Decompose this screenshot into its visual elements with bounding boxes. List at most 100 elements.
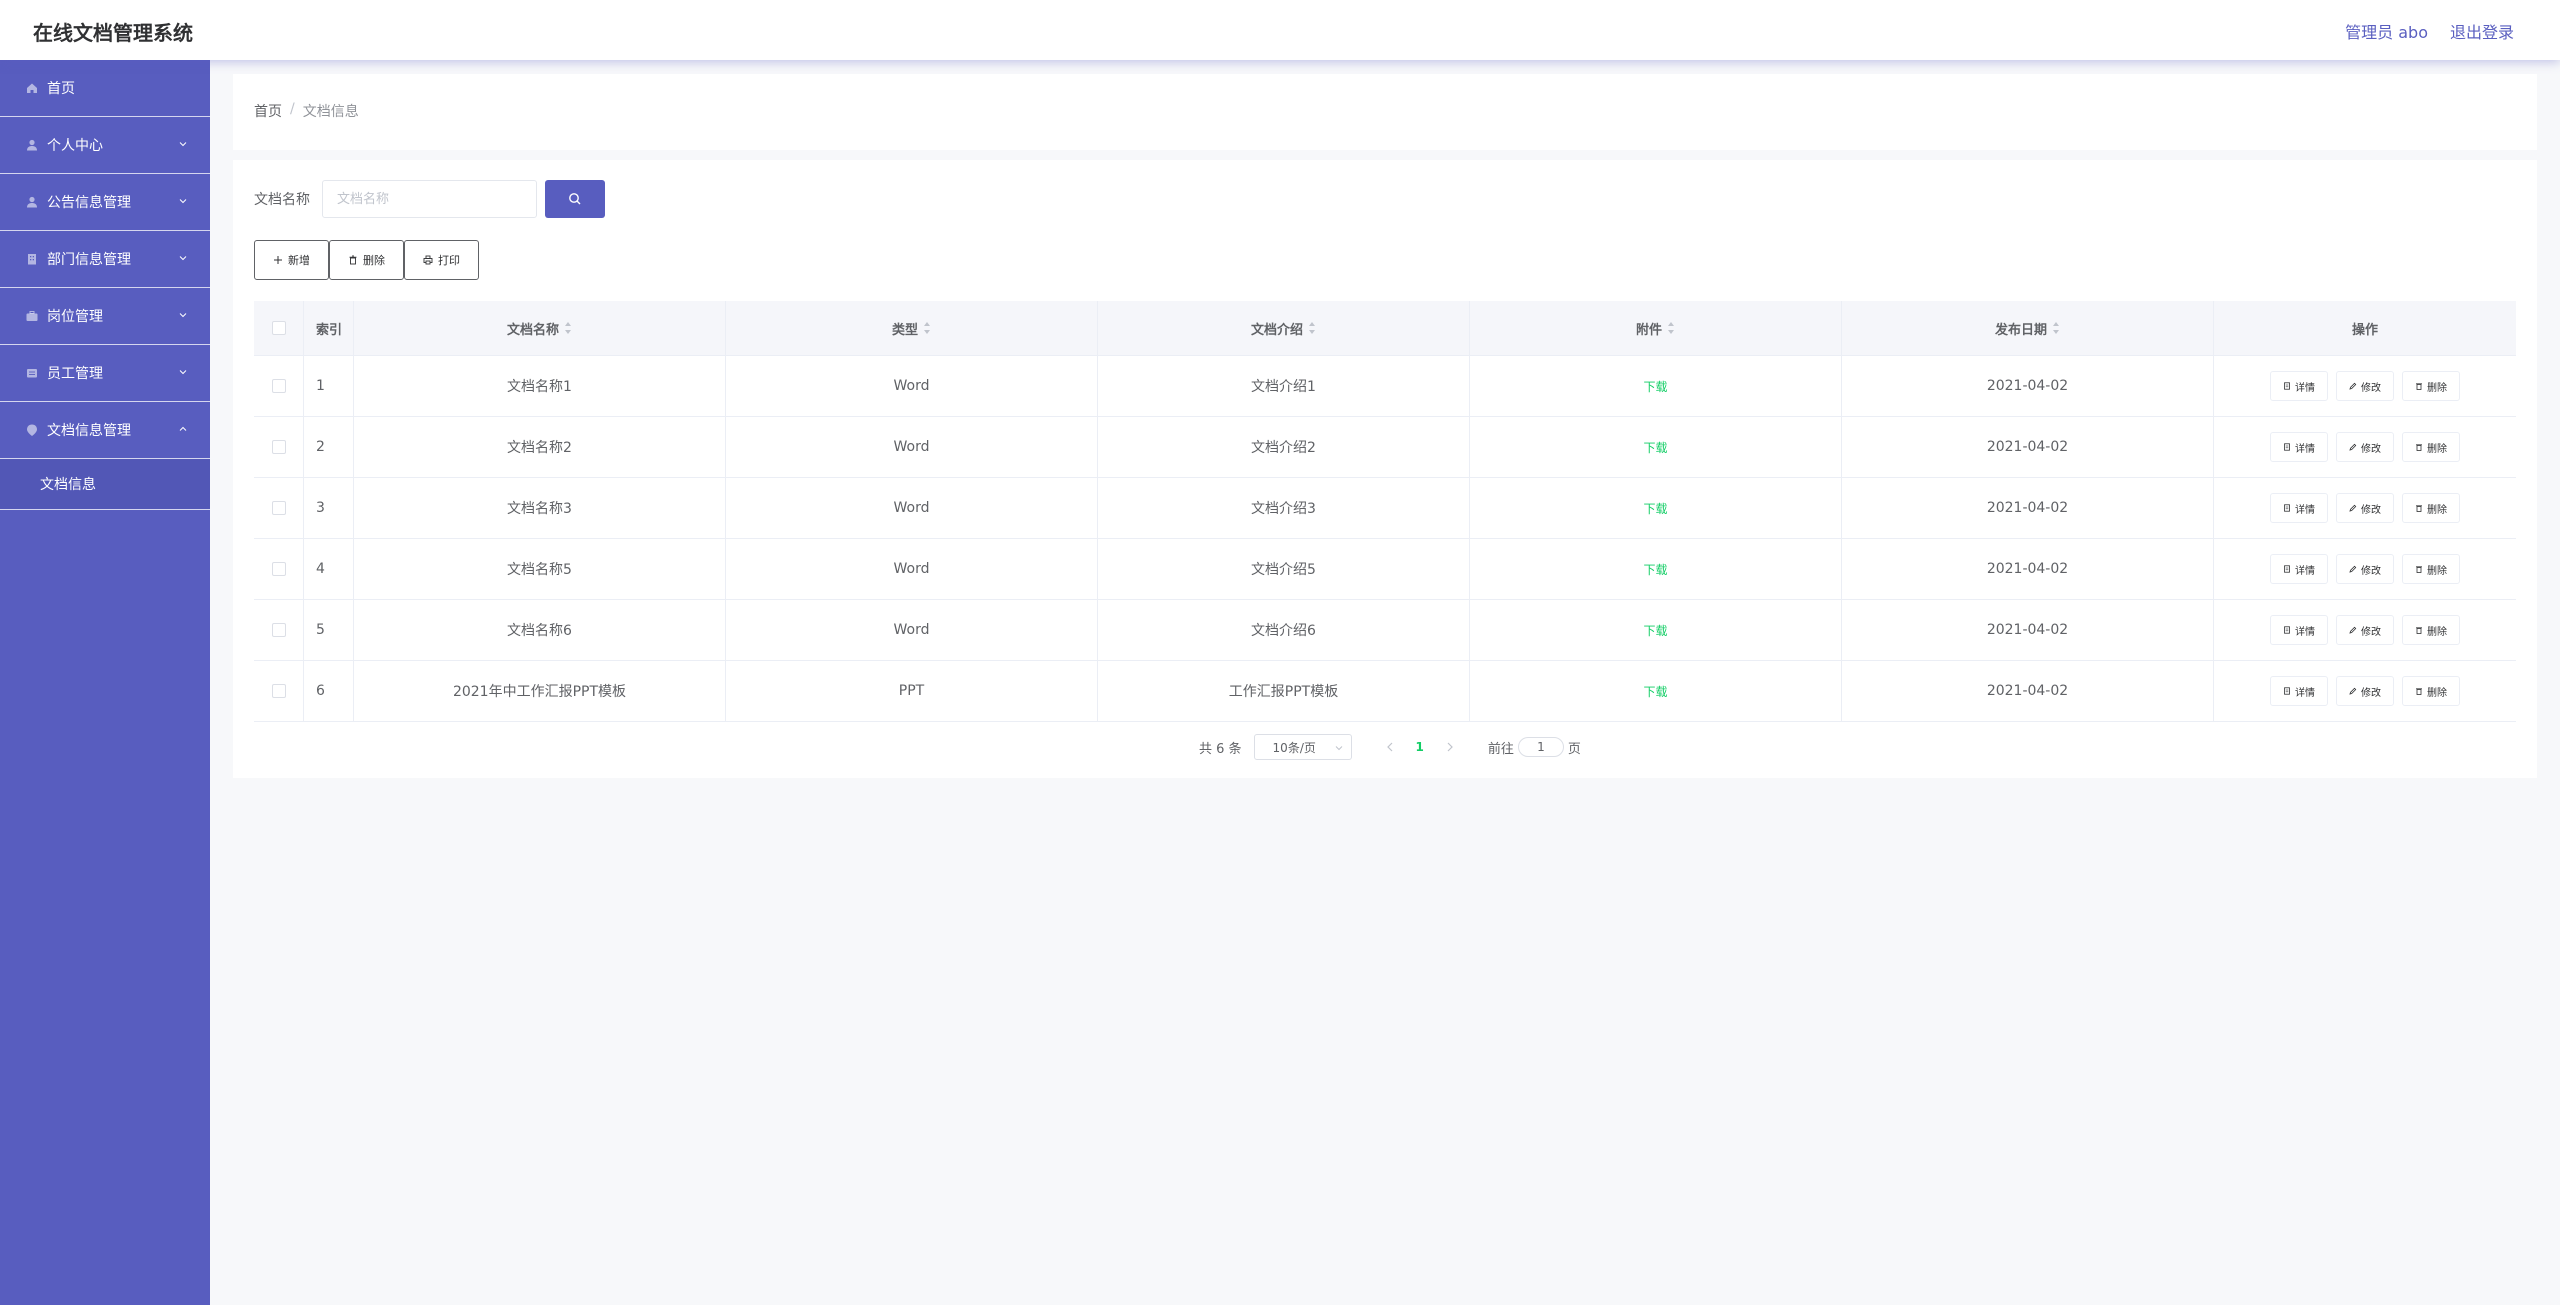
row-detail-button[interactable]: 详情 bbox=[2270, 554, 2328, 584]
sort-caret-icon[interactable] bbox=[2053, 322, 2060, 334]
sort-caret-icon[interactable] bbox=[1668, 322, 1675, 334]
edit-icon bbox=[2349, 565, 2357, 573]
cell-attachment: 下载 bbox=[1470, 661, 1842, 721]
row-edit-button[interactable]: 修改 bbox=[2336, 554, 2394, 584]
row-detail-button[interactable]: 详情 bbox=[2270, 493, 2328, 523]
sidebar-item-label: 员工管理 bbox=[47, 366, 103, 382]
sidebar-item-1[interactable]: 个人中心 bbox=[0, 117, 210, 174]
sidebar-item-4[interactable]: 岗位管理 bbox=[0, 288, 210, 345]
document-icon bbox=[2284, 687, 2290, 695]
page-size-select[interactable]: 10条/页 bbox=[1253, 734, 1352, 760]
logout-link[interactable]: 退出登录 bbox=[2450, 19, 2514, 43]
header-intro-label: 文档介绍 bbox=[1250, 322, 1303, 338]
cell-intro-text: 文档介绍2 bbox=[1251, 440, 1316, 456]
delete-button[interactable]: 删除 bbox=[329, 240, 404, 280]
cell-name: 文档名称3 bbox=[354, 478, 726, 538]
row-delete-button[interactable]: 删除 bbox=[2402, 554, 2460, 584]
chevron-right-icon bbox=[1447, 742, 1453, 752]
download-link[interactable]: 下载 bbox=[1643, 622, 1667, 639]
select-all-checkbox[interactable] bbox=[271, 321, 286, 335]
download-link[interactable]: 下载 bbox=[1643, 500, 1667, 517]
pagination: 共 6 条 10条/页 1 前往 页 bbox=[1199, 734, 1581, 760]
row-checkbox[interactable] bbox=[271, 501, 286, 515]
row-delete-button[interactable]: 删除 bbox=[2402, 676, 2460, 706]
row-checkbox-cell bbox=[254, 478, 304, 538]
sort-caret-icon[interactable] bbox=[1309, 322, 1316, 334]
download-link[interactable]: 下载 bbox=[1643, 439, 1667, 456]
download-link[interactable]: 下载 bbox=[1643, 561, 1667, 578]
table-row: 6 2021年中工作汇报PPT模板 PPT 工作汇报PPT模板 下载 2021-04-02… bbox=[254, 661, 2516, 722]
print-button[interactable]: 打印 bbox=[404, 240, 479, 280]
page-number-current[interactable]: 1 bbox=[1416, 740, 1424, 754]
cell-index: 2 bbox=[304, 417, 354, 477]
sidebar-item-3[interactable]: 部门信息管理 bbox=[0, 231, 210, 288]
table-row: 5 文档名称6 Word 文档介绍6 下载 2021-04-02 详情 修改 删除 bbox=[254, 600, 2516, 661]
row-checkbox[interactable] bbox=[271, 562, 286, 576]
sidebar-item-6[interactable]: 文档信息管理 bbox=[0, 402, 210, 459]
header-type[interactable]: 类型 bbox=[726, 301, 1098, 355]
cell-name: 文档名称1 bbox=[354, 356, 726, 416]
row-checkbox[interactable] bbox=[271, 379, 286, 393]
sort-caret-icon[interactable] bbox=[924, 322, 931, 334]
cell-index-text: 6 bbox=[316, 683, 325, 699]
breadcrumb-home[interactable]: 首页 bbox=[254, 101, 282, 121]
row-checkbox[interactable] bbox=[271, 623, 286, 637]
sidebar-item-0[interactable]: 首页 bbox=[0, 60, 210, 117]
goto-page-input[interactable] bbox=[1517, 737, 1564, 757]
header-index: 索引 bbox=[304, 301, 354, 355]
row-edit-button[interactable]: 修改 bbox=[2336, 676, 2394, 706]
row-checkbox-cell bbox=[254, 661, 304, 721]
row-detail-button[interactable]: 详情 bbox=[2270, 615, 2328, 645]
cell-date-text: 2021-04-02 bbox=[1986, 378, 2069, 394]
user-icon bbox=[25, 138, 39, 152]
download-link[interactable]: 下载 bbox=[1643, 683, 1667, 700]
cell-attachment: 下载 bbox=[1470, 417, 1842, 477]
add-button[interactable]: 新增 bbox=[254, 240, 329, 280]
row-edit-button[interactable]: 修改 bbox=[2336, 371, 2394, 401]
row-edit-label: 修改 bbox=[2361, 504, 2381, 516]
user-icon bbox=[25, 195, 39, 209]
row-delete-button[interactable]: 删除 bbox=[2402, 493, 2460, 523]
chevron-down-icon bbox=[179, 142, 187, 147]
sort-caret-icon[interactable] bbox=[565, 322, 572, 334]
cell-attachment: 下载 bbox=[1470, 356, 1842, 416]
header-date[interactable]: 发布日期 bbox=[1842, 301, 2214, 355]
search-input[interactable] bbox=[322, 180, 537, 218]
cell-ops: 详情 修改 删除 bbox=[2214, 478, 2516, 538]
prev-page-button[interactable] bbox=[1384, 741, 1396, 753]
sidebar-item-2[interactable]: 公告信息管理 bbox=[0, 174, 210, 231]
header-attachment[interactable]: 附件 bbox=[1470, 301, 1842, 355]
row-edit-button[interactable]: 修改 bbox=[2336, 493, 2394, 523]
row-edit-button[interactable]: 修改 bbox=[2336, 432, 2394, 462]
sidebar-item-5[interactable]: 员工管理 bbox=[0, 345, 210, 402]
row-edit-label: 修改 bbox=[2361, 626, 2381, 638]
next-page-button[interactable] bbox=[1444, 741, 1456, 753]
header-name[interactable]: 文档名称 bbox=[354, 301, 726, 355]
row-detail-button[interactable]: 详情 bbox=[2270, 432, 2328, 462]
row-delete-button[interactable]: 删除 bbox=[2402, 432, 2460, 462]
cell-type: Word bbox=[726, 539, 1098, 599]
row-checkbox[interactable] bbox=[271, 684, 286, 698]
search-button[interactable] bbox=[545, 180, 605, 218]
row-detail-label: 详情 bbox=[2295, 565, 2315, 577]
row-delete-button[interactable]: 删除 bbox=[2402, 371, 2460, 401]
row-edit-button[interactable]: 修改 bbox=[2336, 615, 2394, 645]
row-detail-button[interactable]: 详情 bbox=[2270, 371, 2328, 401]
row-checkbox[interactable] bbox=[271, 440, 286, 454]
row-edit-label: 修改 bbox=[2361, 565, 2381, 577]
header-name-label: 文档名称 bbox=[506, 322, 559, 338]
current-user-label[interactable]: 管理员 abo bbox=[2345, 19, 2428, 43]
chevron-left-icon bbox=[1386, 742, 1392, 752]
cell-index-text: 3 bbox=[316, 500, 325, 516]
cell-index: 4 bbox=[304, 539, 354, 599]
header-intro[interactable]: 文档介绍 bbox=[1098, 301, 1470, 355]
download-link[interactable]: 下载 bbox=[1643, 378, 1667, 395]
cell-name: 文档名称6 bbox=[354, 600, 726, 660]
chevron-down-icon bbox=[179, 313, 187, 318]
row-checkbox-cell bbox=[254, 600, 304, 660]
row-delete-button[interactable]: 删除 bbox=[2402, 615, 2460, 645]
row-checkbox-cell bbox=[254, 417, 304, 477]
cell-name-text: 文档名称2 bbox=[507, 440, 572, 456]
sidebar-subitem-0[interactable]: 文档信息 bbox=[0, 459, 210, 509]
row-detail-button[interactable]: 详情 bbox=[2270, 676, 2328, 706]
